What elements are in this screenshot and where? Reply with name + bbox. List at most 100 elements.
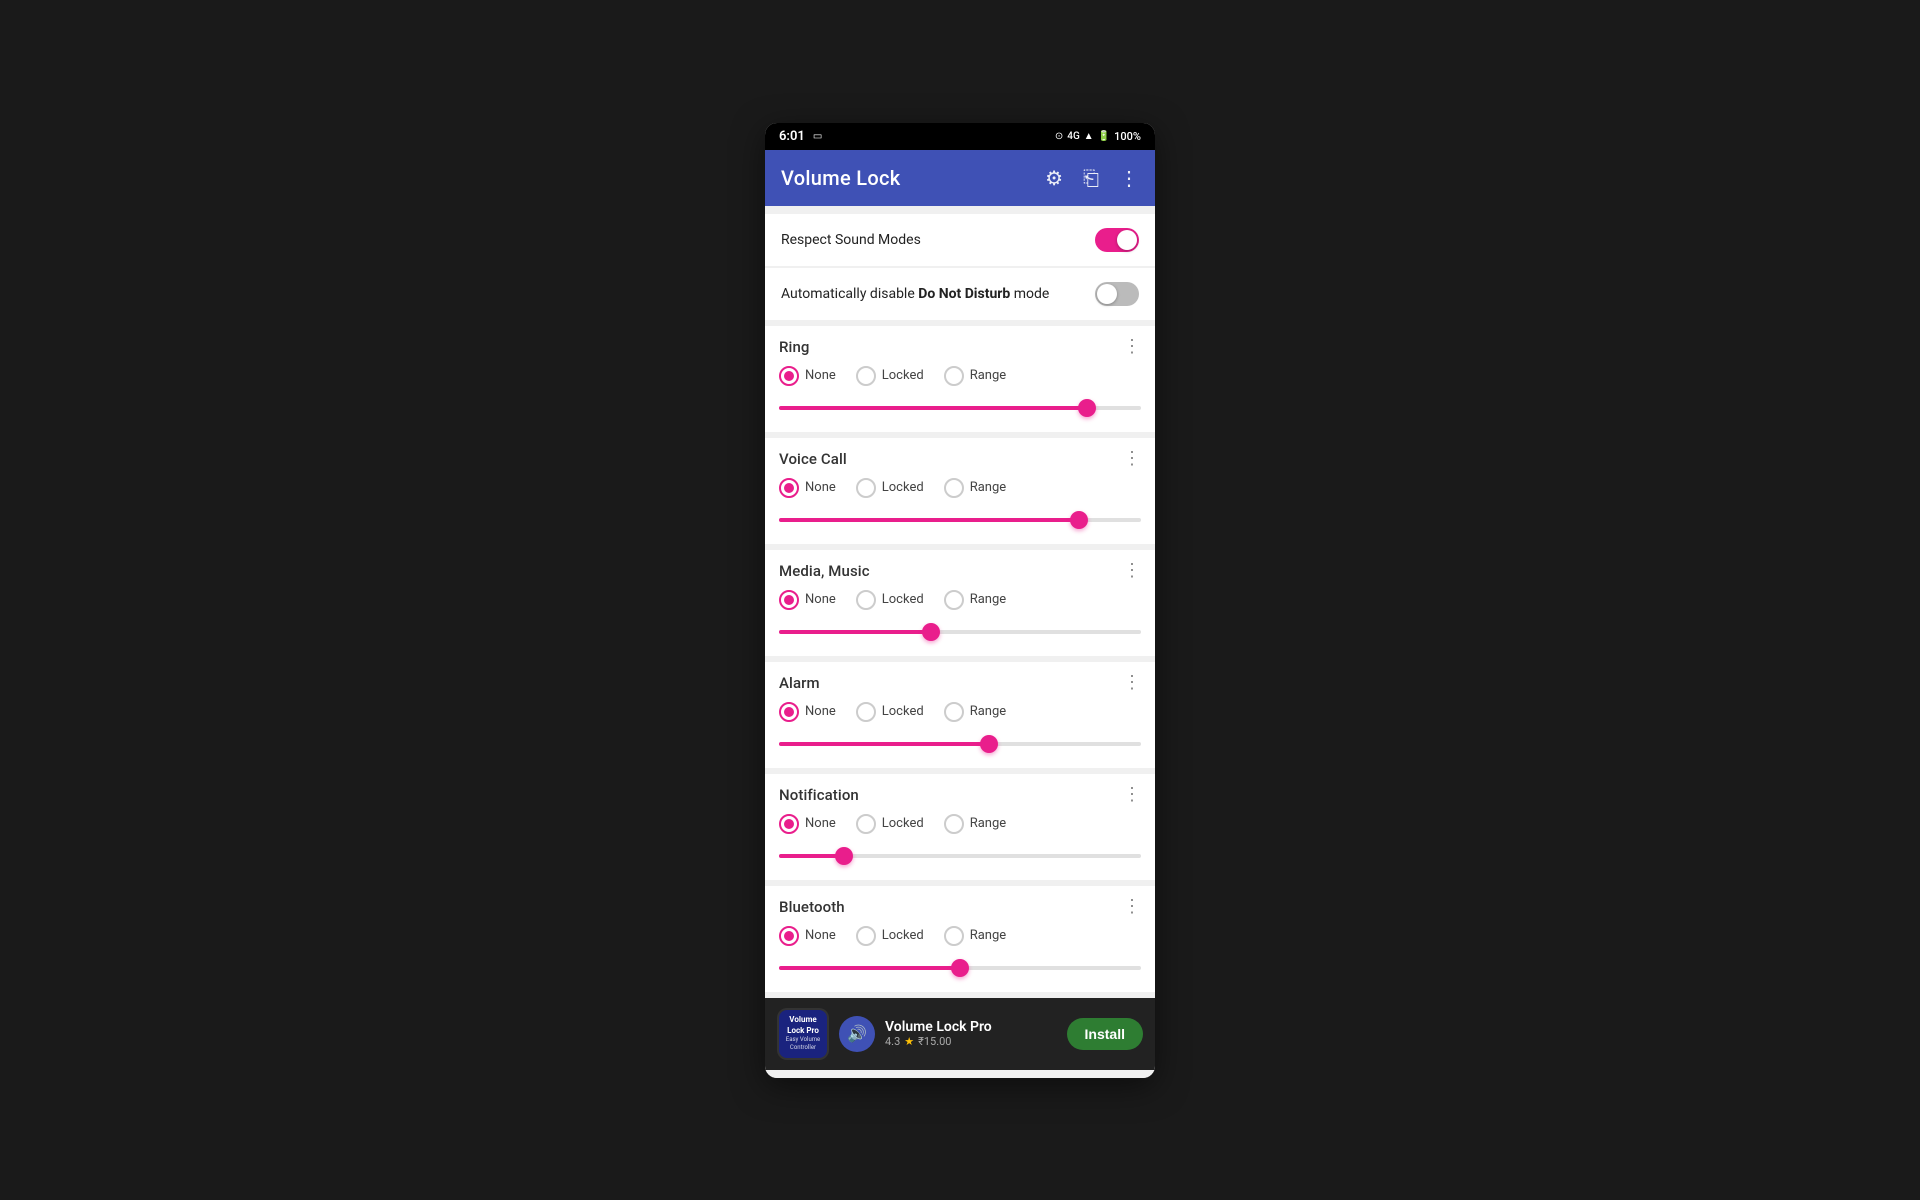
radio-option-alarm-none[interactable]: None: [779, 702, 836, 722]
radio-inner: [784, 595, 794, 605]
status-bar: 6:01 ▭ ⊙ 4G ▲ 🔋 100%: [765, 123, 1155, 150]
radio-circle-range: [944, 478, 964, 498]
radio-option-media-music-range[interactable]: Range: [944, 590, 1006, 610]
radio-label-locked: Locked: [882, 592, 924, 607]
radio-label-range: Range: [970, 368, 1006, 383]
radio-label-none: None: [805, 816, 836, 831]
card-more-media-music[interactable]: ⋮: [1123, 562, 1141, 580]
radio-label-none: None: [805, 592, 836, 607]
radio-option-notification-range[interactable]: Range: [944, 814, 1006, 834]
radio-option-media-music-locked[interactable]: Locked: [856, 590, 924, 610]
banner-speaker-icon: 🔊: [839, 1016, 875, 1052]
slider-container-alarm[interactable]: [779, 734, 1141, 754]
radio-circle-none: [779, 814, 799, 834]
radio-label-locked: Locked: [882, 704, 924, 719]
radio-group-bluetooth: None Locked Range: [779, 926, 1141, 946]
radio-option-voice-call-none[interactable]: None: [779, 478, 836, 498]
toggle-thumb: [1117, 230, 1137, 250]
share-icon[interactable]: ⎗: [1083, 166, 1099, 190]
slider-container-ring[interactable]: [779, 398, 1141, 418]
slider-track-ring: [779, 406, 1141, 410]
signal-4g: 4G: [1067, 131, 1080, 142]
radio-inner: [784, 371, 794, 381]
card-more-alarm[interactable]: ⋮: [1123, 674, 1141, 692]
radio-option-voice-call-locked[interactable]: Locked: [856, 478, 924, 498]
banner-app-name: Volume Lock Pro: [885, 1019, 1057, 1035]
card-title-notification: Notification: [779, 786, 859, 804]
radio-option-ring-locked[interactable]: Locked: [856, 366, 924, 386]
radio-option-media-music-none[interactable]: None: [779, 590, 836, 610]
slider-container-notification[interactable]: [779, 846, 1141, 866]
slider-thumb-bluetooth[interactable]: [951, 959, 969, 977]
respect-sound-modes-row: Respect Sound Modes: [765, 214, 1155, 266]
volume-card-notification: Notification ⋮ None Locked Range: [765, 774, 1155, 880]
slider-fill-media-music: [779, 630, 931, 634]
radio-circle-none: [779, 366, 799, 386]
card-title-alarm: Alarm: [779, 674, 820, 692]
card-more-ring[interactable]: ⋮: [1123, 338, 1141, 356]
slider-thumb-alarm[interactable]: [980, 735, 998, 753]
slider-container-voice-call[interactable]: [779, 510, 1141, 530]
radio-option-alarm-range[interactable]: Range: [944, 702, 1006, 722]
volume-card-media-music: Media, Music ⋮ None Locked Range: [765, 550, 1155, 656]
radio-circle-range: [944, 366, 964, 386]
card-header-bluetooth: Bluetooth ⋮: [779, 898, 1141, 916]
card-title-voice-call: Voice Call: [779, 450, 847, 468]
status-time: 6:01: [779, 129, 805, 144]
slider-thumb-notification[interactable]: [835, 847, 853, 865]
auto-disable-dnd-row: Automatically disable Do Not Disturb mod…: [765, 268, 1155, 320]
slider-thumb-media-music[interactable]: [922, 623, 940, 641]
slider-track-media-music: [779, 630, 1141, 634]
radio-option-alarm-locked[interactable]: Locked: [856, 702, 924, 722]
radio-option-ring-none[interactable]: None: [779, 366, 836, 386]
auto-disable-bold: Do Not Disturb: [918, 286, 1010, 302]
slider-container-media-music[interactable]: [779, 622, 1141, 642]
radio-option-notification-locked[interactable]: Locked: [856, 814, 924, 834]
card-more-bluetooth[interactable]: ⋮: [1123, 898, 1141, 916]
signal-icon: ▲: [1084, 131, 1094, 142]
card-header-notification: Notification ⋮: [779, 786, 1141, 804]
volume-cards-container: Ring ⋮ None Locked Range: [765, 326, 1155, 992]
banner-icon-title: Volume Lock Pro: [783, 1015, 823, 1036]
settings-icon[interactable]: ⚙: [1045, 166, 1063, 190]
volume-card-alarm: Alarm ⋮ None Locked Range: [765, 662, 1155, 768]
more-options-icon[interactable]: ⋮: [1119, 166, 1139, 190]
auto-disable-dnd-label: Automatically disable Do Not Disturb mod…: [781, 286, 1095, 302]
radio-option-notification-none[interactable]: None: [779, 814, 836, 834]
respect-sound-modes-label: Respect Sound Modes: [781, 232, 1095, 248]
status-left: 6:01 ▭: [779, 129, 822, 144]
respect-sound-modes-toggle[interactable]: [1095, 228, 1139, 252]
banner-rating: 4.3: [885, 1035, 900, 1048]
radio-label-range: Range: [970, 480, 1006, 495]
auto-disable-suffix: mode: [1010, 286, 1049, 302]
radio-circle-locked: [856, 590, 876, 610]
content-area: Respect Sound Modes Automatically disabl…: [765, 206, 1155, 1078]
radio-label-range: Range: [970, 592, 1006, 607]
radio-circle-none: [779, 478, 799, 498]
install-button[interactable]: Install: [1067, 1018, 1143, 1050]
radio-label-range: Range: [970, 704, 1006, 719]
radio-option-bluetooth-locked[interactable]: Locked: [856, 926, 924, 946]
battery-icon: 🔋: [1098, 131, 1110, 142]
slider-container-bluetooth[interactable]: [779, 958, 1141, 978]
slider-thumb-voice-call[interactable]: [1070, 511, 1088, 529]
radio-circle-range: [944, 814, 964, 834]
banner-icon-sub: Easy Volume Controller: [783, 1036, 823, 1052]
toggle-thumb-dnd: [1097, 284, 1117, 304]
slider-track-notification: [779, 854, 1141, 858]
radio-label-locked: Locked: [882, 368, 924, 383]
slider-fill-ring: [779, 406, 1087, 410]
card-more-voice-call[interactable]: ⋮: [1123, 450, 1141, 468]
slider-thumb-ring[interactable]: [1078, 399, 1096, 417]
radio-label-locked: Locked: [882, 480, 924, 495]
radio-option-voice-call-range[interactable]: Range: [944, 478, 1006, 498]
radio-option-ring-range[interactable]: Range: [944, 366, 1006, 386]
radio-group-notification: None Locked Range: [779, 814, 1141, 834]
battery-percent: 100%: [1114, 130, 1141, 143]
radio-option-bluetooth-none[interactable]: None: [779, 926, 836, 946]
radio-option-bluetooth-range[interactable]: Range: [944, 926, 1006, 946]
card-title-bluetooth: Bluetooth: [779, 898, 845, 916]
radio-inner: [784, 483, 794, 493]
auto-disable-dnd-toggle[interactable]: [1095, 282, 1139, 306]
card-more-notification[interactable]: ⋮: [1123, 786, 1141, 804]
